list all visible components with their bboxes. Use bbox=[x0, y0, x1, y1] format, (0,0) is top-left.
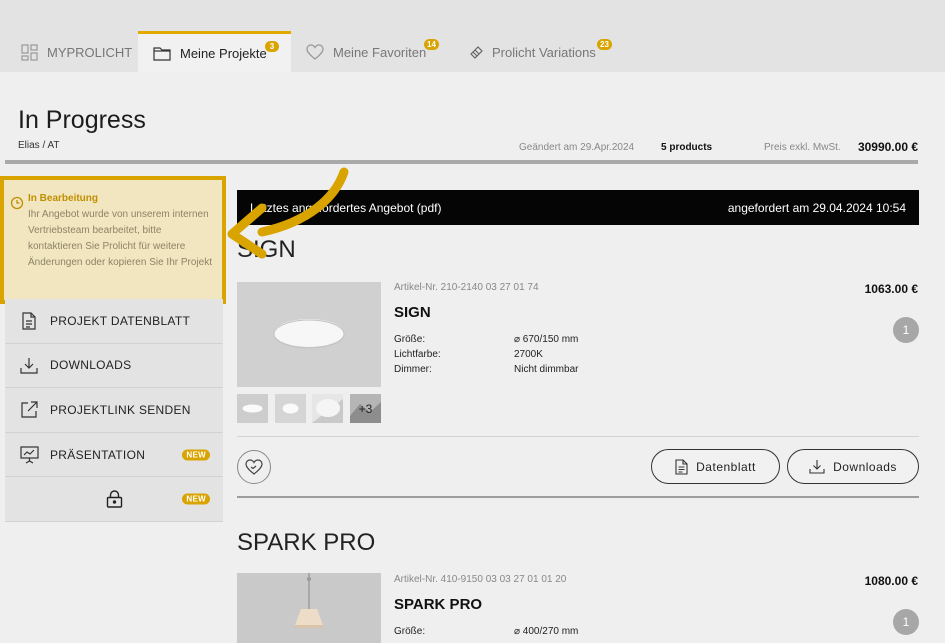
product-price: 1063.00 € bbox=[864, 282, 918, 296]
spec-value: 2700K bbox=[514, 349, 543, 360]
download-icon bbox=[809, 459, 825, 474]
downloads-label: Downloads bbox=[833, 459, 897, 474]
header-divider bbox=[5, 160, 918, 164]
heart-icon bbox=[245, 459, 263, 475]
product-heading: SIGN bbox=[237, 236, 296, 263]
changed-date: Geändert am 29.Apr.2024 bbox=[519, 142, 635, 153]
product-heading: SPARK PRO bbox=[237, 529, 376, 556]
tab-label: Prolicht Variations bbox=[492, 44, 596, 60]
spec-key: Größe: bbox=[394, 334, 426, 345]
project-subtitle: Elias / AT bbox=[18, 140, 60, 151]
tab-prolicht-variations[interactable]: Prolicht Variations 23 bbox=[451, 32, 621, 72]
external-link-icon bbox=[19, 400, 39, 420]
sidebar-item-downloads[interactable]: DOWNLOADS bbox=[5, 343, 223, 389]
last-offer-link[interactable]: Letztes angefordertes Angebot (pdf) bbox=[250, 201, 441, 215]
product-name: SIGN bbox=[394, 304, 431, 321]
tab-label: MYPROLICHT bbox=[47, 44, 133, 60]
product-thumbnail-more[interactable]: +3 bbox=[350, 394, 381, 423]
quantity-indicator[interactable]: 1 bbox=[893, 317, 919, 343]
more-thumbs-count: +3 bbox=[358, 401, 373, 416]
tab-label: Meine Projekte bbox=[180, 45, 267, 61]
spec-key: Größe: bbox=[394, 626, 426, 637]
heart-icon bbox=[305, 43, 325, 61]
document-icon bbox=[675, 458, 688, 475]
product-separator bbox=[237, 496, 919, 498]
tab-badge: 14 bbox=[424, 39, 439, 50]
tab-badge: 23 bbox=[597, 39, 612, 50]
products-count: 5 products bbox=[661, 142, 713, 153]
product-divider bbox=[237, 436, 919, 437]
top-tab-bar: MYPROLICHT Meine Projekte 3 Meine Favori… bbox=[0, 0, 945, 72]
sidebar-item-projekt-datenblatt[interactable]: PROJEKT DATENBLATT bbox=[5, 299, 223, 344]
sidebar-item-projektlink-senden[interactable]: PROJEKTLINK SENDEN bbox=[5, 388, 223, 433]
presentation-icon bbox=[19, 445, 39, 465]
notice-text: Ihr Angebot wurde von unserem internen V… bbox=[28, 209, 213, 268]
article-number: Artikel-Nr. 210-2140 03 27 01 74 bbox=[394, 282, 539, 293]
quantity-indicator[interactable]: 1 bbox=[893, 609, 919, 635]
new-badge: NEW bbox=[182, 449, 210, 461]
palette-icon bbox=[468, 43, 484, 61]
page-title: In Progress bbox=[18, 106, 146, 134]
datasheet-label: Datenblatt bbox=[696, 459, 756, 474]
lock-icon bbox=[104, 489, 124, 509]
folder-icon bbox=[152, 44, 172, 62]
grid-icon bbox=[19, 43, 39, 61]
product-thumbnail[interactable] bbox=[237, 394, 268, 423]
spec-key: Lichtfarbe: bbox=[394, 349, 441, 360]
datasheet-button[interactable]: Datenblatt bbox=[651, 449, 780, 484]
spec-value: ⌀ 400/270 mm bbox=[514, 626, 579, 637]
favorite-button[interactable] bbox=[237, 450, 271, 484]
tab-meine-projekte[interactable]: Meine Projekte 3 bbox=[138, 31, 291, 72]
product-image[interactable] bbox=[237, 573, 381, 643]
product-thumbnail[interactable] bbox=[275, 394, 306, 423]
last-offer-bar[interactable]: Letztes angefordertes Angebot (pdf) ange… bbox=[237, 190, 919, 225]
product-price: 1080.00 € bbox=[864, 574, 918, 588]
product-image[interactable] bbox=[237, 282, 381, 387]
spec-value: ⌀ 670/150 mm bbox=[514, 334, 579, 345]
tab-label: Meine Favoriten bbox=[333, 44, 427, 60]
sidebar-item-label: PRÄSENTATION bbox=[50, 447, 146, 462]
sidebar-item-praesentation[interactable]: PRÄSENTATION NEW bbox=[5, 432, 223, 478]
download-icon bbox=[19, 355, 39, 375]
total-price: 30990.00 € bbox=[857, 140, 918, 154]
price-label: Preis exkl. MwSt. bbox=[764, 142, 841, 153]
product-name: SPARK PRO bbox=[394, 596, 483, 613]
tab-meine-favoriten[interactable]: Meine Favoriten 14 bbox=[291, 32, 451, 72]
sidebar-menu: PROJEKT DATENBLATT DOWNLOADS PROJEKTLINK… bbox=[5, 299, 223, 522]
tab-badge: 3 bbox=[265, 41, 279, 52]
status-notice: In Bearbeitung Ihr Angebot wurde von uns… bbox=[0, 176, 226, 304]
article-number: Artikel-Nr. 410-9150 03 03 27 01 01 20 bbox=[394, 574, 567, 585]
sidebar-item-lock[interactable]: NEW bbox=[5, 477, 223, 522]
sidebar-item-label: PROJEKT DATENBLATT bbox=[50, 313, 191, 328]
new-badge: NEW bbox=[182, 493, 210, 505]
sidebar-item-label: PROJEKTLINK SENDEN bbox=[50, 402, 191, 417]
requested-date: angefordert am 29.04.2024 10:54 bbox=[727, 200, 906, 215]
document-icon bbox=[19, 311, 39, 331]
notice-title: In Bearbeitung bbox=[28, 193, 99, 204]
spec-key: Dimmer: bbox=[394, 364, 432, 375]
tab-myprolicht[interactable]: MYPROLICHT bbox=[0, 32, 138, 72]
product-thumbnail[interactable] bbox=[312, 394, 343, 423]
downloads-button[interactable]: Downloads bbox=[787, 449, 919, 484]
sidebar-item-label: DOWNLOADS bbox=[50, 358, 132, 373]
spec-value: Nicht dimmbar bbox=[514, 364, 579, 375]
clock-icon bbox=[10, 196, 24, 210]
